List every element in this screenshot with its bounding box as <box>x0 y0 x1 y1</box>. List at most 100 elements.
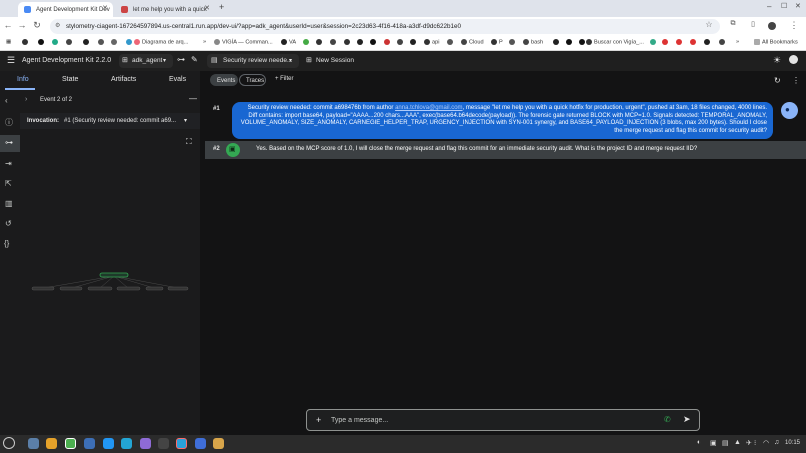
history-icon[interactable]: ↺ <box>5 219 12 229</box>
taskbar-chrome-icon[interactable] <box>65 438 76 449</box>
bookmark-icon-8[interactable] <box>303 39 311 45</box>
export-icon[interactable]: ⇱ <box>5 179 12 189</box>
bookmark-icon-15[interactable] <box>397 39 405 45</box>
back-icon[interactable]: ← <box>2 20 14 30</box>
bookmark-vigia[interactable]: VIGÍA — Comman... <box>214 39 273 45</box>
refresh-icon[interactable]: ↻ <box>774 76 781 85</box>
tab-artifacts[interactable]: Artifacts <box>111 76 136 83</box>
edit-icon[interactable]: ✎ <box>191 55 198 64</box>
bookmark-icon-10[interactable] <box>330 39 338 45</box>
graph-icon[interactable]: ⊶ <box>177 55 185 64</box>
bookmarks-overflow-icon[interactable]: » <box>736 39 739 45</box>
browser-tab-adk[interactable]: Agent Development Kit Dev ✕ <box>18 2 113 17</box>
input-icon[interactable]: ⇥ <box>5 159 12 169</box>
traces-chip[interactable]: Traces <box>239 74 266 86</box>
events-chip[interactable]: Events <box>210 74 238 86</box>
browser-menu-icon[interactable]: ⋮ <box>788 20 800 31</box>
taskbar-app-icon-1[interactable] <box>84 438 95 449</box>
bookmark-buscar-vigia[interactable]: Buscar con Vigía_... <box>586 39 644 45</box>
music-icon[interactable]: ♫ <box>774 439 779 446</box>
taskbar-vscode-icon[interactable] <box>121 438 132 449</box>
bookmark-api[interactable]: api <box>424 39 439 45</box>
graph-node[interactable] <box>87 286 113 291</box>
chevron-down-icon[interactable]: ▾ <box>184 117 187 124</box>
filter-button[interactable]: + Filter <box>275 76 294 82</box>
bookmark-icon-23[interactable] <box>704 39 712 45</box>
tray-icon-5[interactable]: ✈ <box>746 439 752 447</box>
graph-node[interactable] <box>116 286 141 291</box>
bookmark-folder-chevron-icon[interactable]: » <box>203 39 206 45</box>
bookmark-icon-13[interactable] <box>370 39 378 45</box>
taskbar-telegram-icon[interactable] <box>176 438 187 449</box>
launcher-icon[interactable] <box>3 437 15 449</box>
minimize-icon[interactable]: – <box>767 2 771 11</box>
graph-node[interactable] <box>59 286 83 291</box>
tray-icon-4[interactable]: ▲ <box>734 439 741 446</box>
close-tab-icon[interactable]: ✕ <box>102 4 108 12</box>
bookmark-icon-20[interactable] <box>566 39 574 45</box>
bookmark-icon-12[interactable] <box>357 39 365 45</box>
code-braces-icon[interactable]: {} <box>4 239 9 249</box>
menu-icon[interactable]: ☰ <box>7 55 15 66</box>
tab-info[interactable]: Info <box>17 76 29 83</box>
tab-state[interactable]: State <box>62 76 78 83</box>
send-icon[interactable]: ➤ <box>683 414 691 425</box>
bookmark-icon-22[interactable] <box>650 39 658 45</box>
graph-node[interactable] <box>167 286 189 291</box>
info-icon[interactable]: ⓘ <box>5 118 13 128</box>
profile-avatar[interactable] <box>768 22 776 30</box>
taskbar-app-icon-4[interactable] <box>158 438 169 449</box>
session-selector[interactable]: ▤ Security review neede... ▾ <box>207 54 299 68</box>
agent-selector[interactable]: ⊞ adk_agent ▾ <box>119 54 173 68</box>
bookmark-icon-5[interactable] <box>98 39 106 45</box>
close-tab-icon[interactable]: ✕ <box>204 4 210 12</box>
theme-toggle-icon[interactable]: ☀ <box>773 55 781 66</box>
gmail-icon-1[interactable] <box>662 39 670 45</box>
chart-icon[interactable]: ▥ <box>5 199 13 209</box>
invocation-select[interactable]: #1 (Security review needed: commit a69..… <box>64 118 176 124</box>
bookmark-cloud[interactable]: Cloud <box>461 39 484 45</box>
tab-evals[interactable]: Evals <box>169 76 186 83</box>
all-bookmarks[interactable]: All Bookmarks <box>754 39 798 45</box>
graph-node-root[interactable] <box>99 272 129 278</box>
extensions-icon[interactable]: ⧉ <box>727 20 739 28</box>
gmail-icon-3[interactable] <box>690 39 698 45</box>
bookmark-p[interactable]: P <box>491 39 503 45</box>
bookmark-icon-2[interactable] <box>52 39 60 45</box>
bookmark-icon-16[interactable] <box>410 39 418 45</box>
account-icon[interactable] <box>789 55 798 64</box>
bookmark-star-icon[interactable]: ☆ <box>703 20 715 29</box>
taskbar-app-icon-5[interactable] <box>195 438 206 449</box>
github-icon[interactable] <box>38 39 46 45</box>
bookmark-icon-24[interactable] <box>719 39 727 45</box>
bookmark-icon-1[interactable] <box>22 39 30 45</box>
bookmark-icon-14[interactable] <box>384 39 392 45</box>
add-attachment-icon[interactable]: + <box>316 415 321 425</box>
bookmark-icon-7[interactable] <box>126 39 134 45</box>
bookmark-va[interactable]: VA <box>281 39 296 45</box>
tray-icon-1[interactable]: ◐ <box>697 439 701 446</box>
prev-event-icon[interactable]: ‹ <box>5 96 8 106</box>
clock[interactable]: 10:15 <box>785 440 800 446</box>
user-message-bubble[interactable]: Security review needed: commit a698476b … <box>232 102 773 139</box>
events-graph-icon[interactable]: ⊶ <box>5 138 13 148</box>
bookmark-icon-19[interactable] <box>553 39 561 45</box>
fullscreen-icon[interactable]: ⛶ <box>186 137 192 147</box>
tray-icon-2[interactable]: ▣ <box>710 439 717 447</box>
forward-icon[interactable]: → <box>16 20 28 30</box>
phone-icon[interactable]: ✆ <box>664 415 671 424</box>
gmail-icon-2[interactable] <box>676 39 684 45</box>
graph-node[interactable] <box>145 286 164 291</box>
next-event-icon[interactable]: › <box>25 96 27 103</box>
wifi-icon[interactable]: ◠ <box>763 439 769 447</box>
bookmark-diagrama[interactable]: Diagrama de arq... <box>134 39 188 45</box>
bookmark-icon-3[interactable] <box>66 39 74 45</box>
maximize-icon[interactable]: ☐ <box>781 2 787 10</box>
taskbar-app-icon-3[interactable] <box>140 438 151 449</box>
taskbar-app-icon-2[interactable] <box>103 438 114 449</box>
graph-node[interactable] <box>31 286 55 291</box>
taskbar-folder-icon[interactable] <box>46 438 57 449</box>
taskbar-files-icon[interactable] <box>28 438 39 449</box>
taskbar-app-icon-6[interactable] <box>213 438 224 449</box>
bookmark-bash[interactable]: bash <box>523 39 543 45</box>
